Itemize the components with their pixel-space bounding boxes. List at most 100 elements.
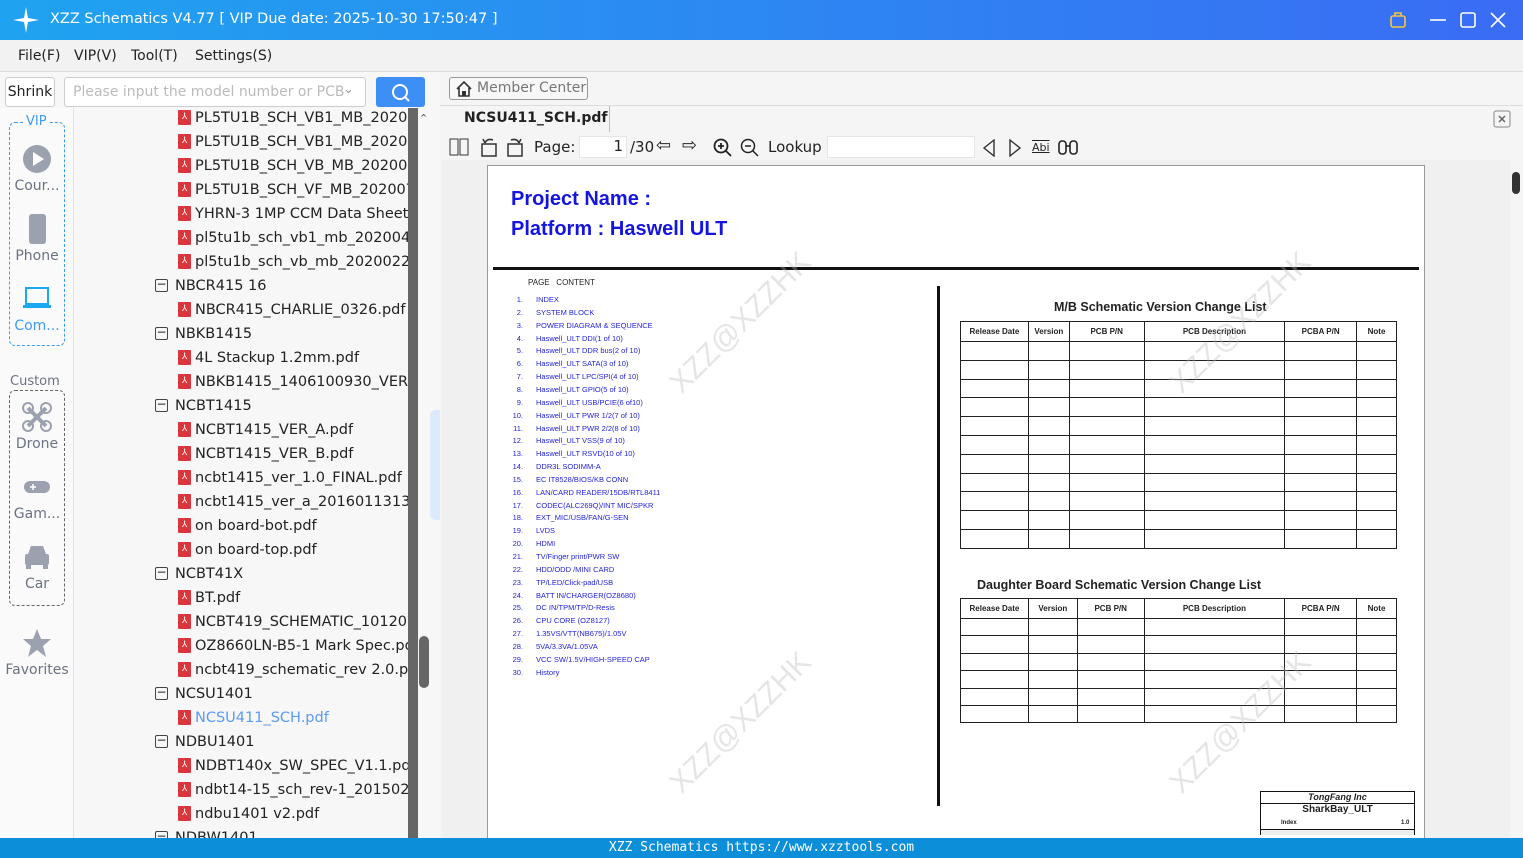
index-entry[interactable]: Haswell_ULT PWR 2/2(8 of 10) (536, 424, 640, 433)
rail-item-computer[interactable]: Com... (0, 284, 74, 334)
tree-file[interactable]: ⅄ ndbt14-15_sch_rev-1_20150224 (74, 778, 408, 802)
tree-folder[interactable]: − NCSU1401 (74, 682, 408, 706)
index-entry[interactable]: Haswell_ULT PWR 1/2(7 of 10) (536, 411, 640, 420)
collapse-icon[interactable]: − (155, 830, 168, 838)
tree-file[interactable]: ⅄ NCBT1415_VER_B.pdf (74, 442, 408, 466)
index-entry[interactable]: TV/Finger print/PWR SW (536, 552, 619, 561)
tree-file[interactable]: ⅄ ndbu1401 v2.pdf (74, 802, 408, 826)
index-entry[interactable]: EC IT8528/BIOS/KB CONN (536, 475, 628, 484)
close-icon[interactable] (1489, 11, 1507, 29)
index-entry[interactable]: TP/LED/Click-pad/USB (536, 578, 613, 587)
collapse-icon[interactable]: − (155, 278, 168, 292)
search-button[interactable] (376, 77, 425, 107)
index-entry[interactable]: DDR3L SODIMM-A (536, 462, 601, 471)
menu-tool[interactable]: Tool(T) (131, 48, 178, 64)
model-search-input[interactable]: Please input the model number or PCB ⌄ (64, 77, 366, 107)
tree-file[interactable]: ⅄ pl5tu1b_sch_vb_mb_20200224-1 (74, 250, 408, 274)
rail-item-games[interactable]: Gam... (0, 472, 74, 522)
index-entry[interactable]: BATT IN/CHARGER(OZ8680) (536, 591, 636, 600)
tree-file[interactable]: ⅄ YHRN-3 1MP CCM Data Sheet_2 (74, 202, 408, 226)
tree-file[interactable]: ⅄ on board-bot.pdf (74, 514, 408, 538)
rotate-right-icon[interactable] (505, 137, 525, 157)
chevron-down-icon[interactable]: ⌄ (343, 82, 354, 97)
index-entry[interactable]: 5VA/3.3VA/1.05VA (536, 642, 598, 651)
tree-file[interactable]: ⅄ OZ8660LN-B5-1 Mark Spec.pdf (74, 634, 408, 658)
collapse-panel-handle[interactable] (430, 410, 440, 520)
tree-file[interactable]: ⅄ NCBT1415_VER_A.pdf (74, 418, 408, 442)
tree-file[interactable]: ⅄ on board-top.pdf (74, 538, 408, 562)
tree-folder[interactable]: − NDBU1401 (74, 730, 408, 754)
tree-file[interactable]: ⅄ ncbt419_schematic_rev 2.0.pdf (74, 658, 408, 682)
index-entry[interactable]: CODEC(ALC269Q)/INT MIC/SPKR (536, 501, 653, 510)
index-entry[interactable]: Haswell_ULT GPIO(5 of 10) (536, 385, 629, 394)
collapse-icon[interactable]: − (155, 326, 168, 340)
tree-file[interactable]: ⅄ NDBT140x_SW_SPEC_V1.1.pdf (74, 754, 408, 778)
index-entry[interactable]: SYSTEM BLOCK (536, 308, 594, 317)
collapse-icon[interactable]: − (155, 734, 168, 748)
briefcase-icon[interactable] (1389, 11, 1407, 29)
index-entry[interactable]: POWER DIAGRAM & SEQUENCE (536, 321, 653, 330)
index-entry[interactable]: Haswell_ULT LPC/SPI(4 of 10) (536, 372, 639, 381)
rail-item-courses[interactable]: Cour... (0, 144, 74, 194)
match-case-icon[interactable]: Abi (1032, 141, 1050, 154)
tree-file[interactable]: ⅄ ncbt1415_ver_a_201601131330.p (74, 490, 408, 514)
menu-vip[interactable]: VIP(V) (74, 48, 117, 64)
tab-ncsu411-sch[interactable]: NCSU411_SCH.pdf (464, 110, 607, 126)
tree-file[interactable]: ⅄ ncbt1415_ver_1.0_FINAL.pdf (74, 466, 408, 490)
tree-folder[interactable]: − NBCR415 16 (74, 274, 408, 298)
index-entry[interactable]: VCC SW/1.5V/HIGH-SPEED CAP (536, 655, 650, 664)
index-entry[interactable]: DC IN/TPM/TP/D-Resis (536, 603, 615, 612)
tree-file[interactable]: ⅄ NCBT419_SCHEMATIC_101200_I (74, 610, 408, 634)
index-entry[interactable]: EXT_MIC/USB/FAN/G-SEN (536, 513, 629, 522)
find-previous-icon[interactable] (982, 139, 996, 157)
collapse-icon[interactable]: − (155, 686, 168, 700)
index-entry[interactable]: INDEX (536, 295, 559, 304)
index-entry[interactable]: Haswell_ULT SATA(3 of 10) (536, 359, 628, 368)
tree-file[interactable]: ⅄ PL5TU1B_SCH_VB_MB_20200116 (74, 154, 408, 178)
rotate-left-icon[interactable] (479, 137, 499, 157)
zoom-in-icon[interactable] (713, 138, 733, 158)
two-page-view-icon[interactable] (449, 138, 469, 156)
tree-file[interactable]: ⅄ 4L Stackup 1.2mm.pdf (74, 346, 408, 370)
index-entry[interactable]: Haswell_ULT RSVD(10 of 10) (536, 449, 635, 458)
next-page-icon[interactable]: ⇨ (682, 135, 697, 156)
tree-file[interactable]: ⅄ BT.pdf (74, 586, 408, 610)
tree-folder[interactable]: − NCBT1415 (74, 394, 408, 418)
tree-file[interactable]: ⅄ NBCR415_CHARLIE_0326.pdf (74, 298, 408, 322)
index-entry[interactable]: CPU CORE (OZ8127) (536, 616, 610, 625)
close-tab-icon[interactable] (1493, 110, 1511, 128)
tree-folder[interactable]: − NBKB1415 (74, 322, 408, 346)
menu-settings[interactable]: Settings(S) (195, 48, 272, 64)
tree-folder[interactable]: − NDBW1401 (74, 826, 408, 838)
index-entry[interactable]: Haswell_ULT DDR bus(2 of 10) (536, 346, 640, 355)
find-next-icon[interactable] (1008, 139, 1022, 157)
tree-file[interactable]: ⅄ PL5TU1B_SCH_VB1_MB_2020041 (74, 108, 408, 130)
index-entry[interactable]: 1.35VS/VTT(NB675)/1.05V (536, 629, 626, 638)
minimize-icon[interactable] (1429, 11, 1447, 29)
index-entry[interactable]: History (536, 668, 559, 677)
index-entry[interactable]: Haswell_ULT DDI(1 of 10) (536, 334, 623, 343)
tree-scrollbar-thumb[interactable] (419, 636, 429, 688)
index-entry[interactable]: HDD/ODD /MINI CARD (536, 565, 614, 574)
tree-file[interactable]: ⅄ PL5TU1B_SCH_VF_MB_20200723 (74, 178, 408, 202)
tree-file[interactable]: ⅄ NCSU411_SCH.pdf (74, 706, 408, 730)
viewer-scrollbar[interactable] (1510, 160, 1523, 838)
rail-item-phone[interactable]: Phone (0, 214, 74, 264)
viewer-scrollbar-thumb[interactable] (1512, 172, 1520, 194)
index-entry[interactable]: Haswell_ULT USB/PCIE(6 of10) (536, 398, 643, 407)
member-center-button[interactable]: Member Center (449, 77, 588, 100)
maximize-icon[interactable] (1459, 11, 1477, 29)
index-entry[interactable]: LVDS (536, 526, 555, 535)
collapse-icon[interactable]: − (155, 398, 168, 412)
zoom-out-icon[interactable] (740, 138, 760, 158)
tree-file[interactable]: ⅄ PL5TU1B_SCH_VB1_MB_2020041 (74, 130, 408, 154)
menu-file[interactable]: File(F) (18, 48, 60, 64)
lookup-input[interactable] (827, 136, 975, 158)
rail-item-favorites[interactable]: Favorites (0, 628, 74, 678)
shrink-button[interactable]: Shrink (5, 77, 55, 107)
tree-scrollbar-track[interactable] (408, 108, 418, 838)
pdf-viewer[interactable]: Project Name : Platform : Haswell ULT PA… (442, 160, 1510, 838)
tree-file[interactable]: ⅄ NBKB1415_1406100930_VER A F (74, 370, 408, 394)
index-entry[interactable]: LAN/CARD READER/15DB/RTL8411 (536, 488, 660, 497)
index-entry[interactable]: Haswell_ULT VSS(9 of 10) (536, 436, 625, 445)
